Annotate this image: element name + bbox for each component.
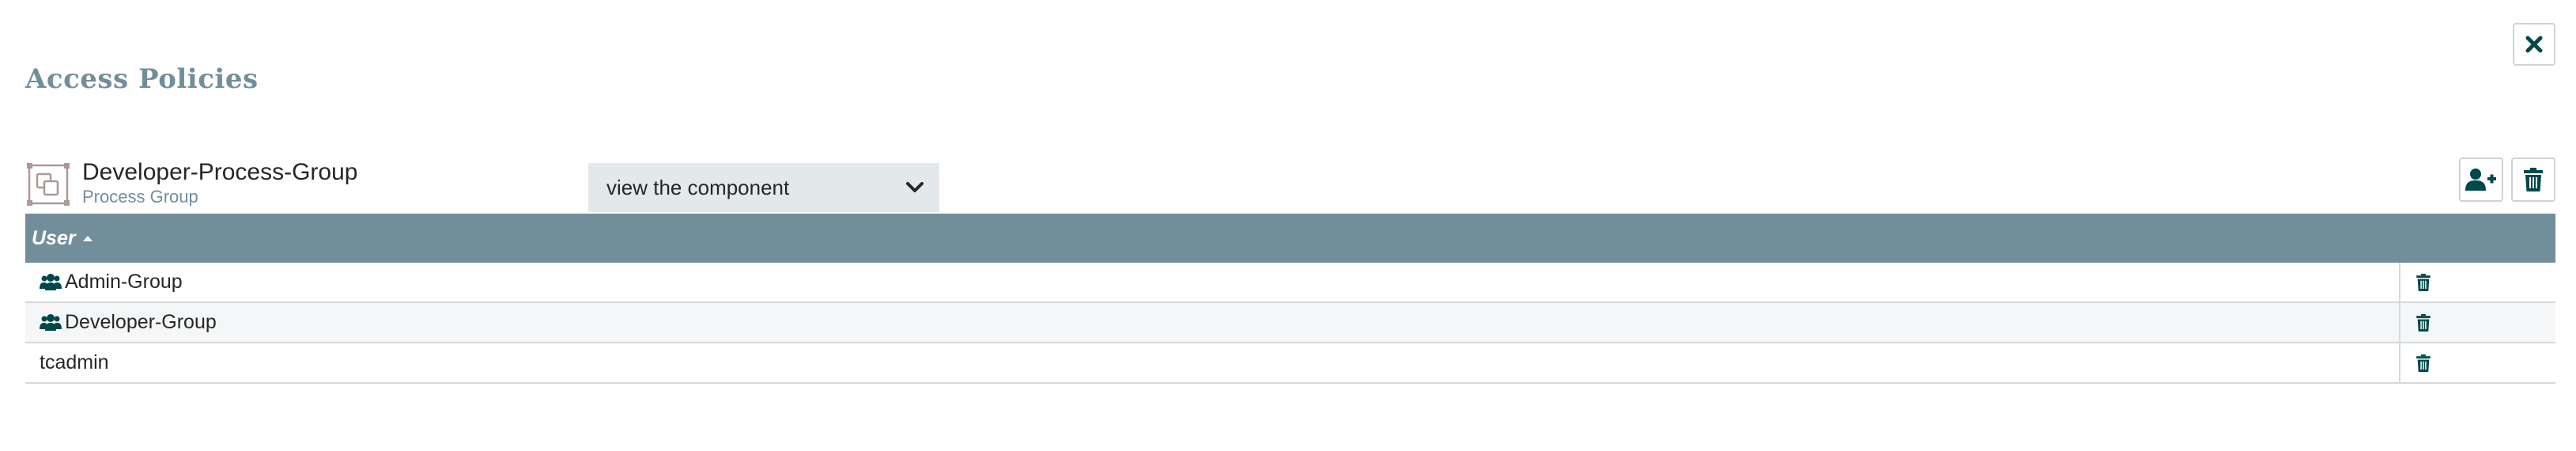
group-icon bbox=[40, 273, 62, 290]
close-icon bbox=[2525, 36, 2543, 53]
user-name: tcadmin bbox=[40, 351, 109, 373]
trash-icon[interactable] bbox=[2416, 273, 2431, 291]
component-type: Process Group bbox=[82, 187, 198, 207]
user-name: Admin-Group bbox=[65, 271, 183, 293]
actions-cell bbox=[2400, 303, 2555, 342]
table-row: Developer-Group bbox=[25, 303, 2555, 343]
sort-ascending-icon bbox=[82, 236, 93, 241]
delete-policy-button[interactable] bbox=[2511, 157, 2555, 202]
actions-cell bbox=[2400, 263, 2555, 301]
add-user-button[interactable] bbox=[2459, 157, 2503, 202]
trash-icon[interactable] bbox=[2416, 313, 2431, 332]
actions-cell bbox=[2400, 343, 2555, 382]
policy-action-value: view the component bbox=[606, 175, 790, 199]
column-header-user[interactable]: User bbox=[32, 227, 93, 250]
trash-icon bbox=[2524, 168, 2543, 191]
user-name: Developer-Group bbox=[65, 311, 217, 333]
chevron-down-icon bbox=[906, 182, 924, 192]
policy-action-select[interactable]: view the component bbox=[588, 163, 939, 212]
add-user-icon bbox=[2465, 169, 2496, 191]
close-button[interactable] bbox=[2513, 23, 2555, 66]
table-header: User bbox=[25, 214, 2555, 263]
table-row: Admin-Group bbox=[25, 263, 2555, 303]
group-icon bbox=[40, 313, 62, 331]
component-name: Developer-Process-Group bbox=[82, 159, 358, 185]
page-title: Access Policies bbox=[25, 63, 259, 95]
table-row: tcadmin bbox=[25, 343, 2555, 384]
users-table: User Admin-Group Developer-Group tcadmin bbox=[25, 214, 2555, 384]
user-cell: Developer-Group bbox=[25, 303, 2400, 342]
user-cell: Admin-Group bbox=[25, 263, 2400, 301]
process-group-icon bbox=[26, 162, 70, 207]
trash-icon[interactable] bbox=[2416, 354, 2431, 372]
user-cell: tcadmin bbox=[25, 343, 2400, 382]
column-header-user-label: User bbox=[32, 226, 76, 249]
